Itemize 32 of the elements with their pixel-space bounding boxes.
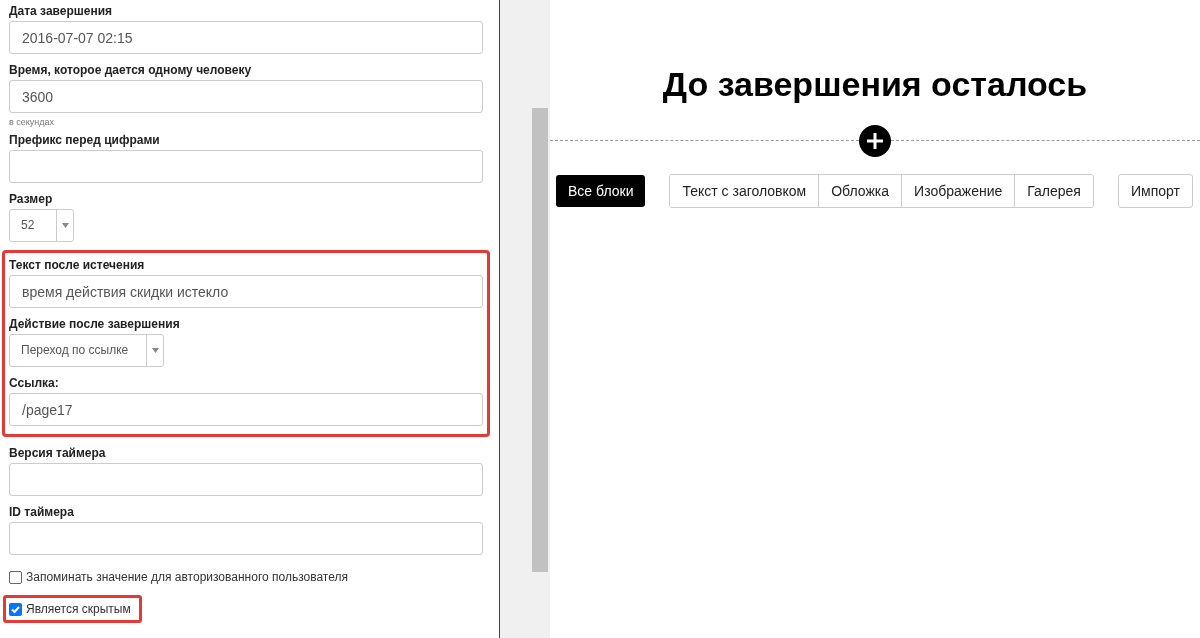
caret-icon: [151, 348, 159, 353]
field-label: Размер: [9, 191, 54, 207]
input-field[interactable]: время действия скидки истекло: [9, 275, 483, 308]
field-label: Время, которое дается одному человеку: [9, 62, 253, 78]
input-field[interactable]: [9, 522, 483, 555]
input-field[interactable]: /page17: [9, 393, 483, 426]
field-label: Действие после завершения: [9, 316, 181, 332]
checkbox[interactable]: [9, 570, 22, 584]
checkbox[interactable]: [9, 602, 22, 616]
checkbox-label: Запоминать значение для авторизованного пользователя: [26, 569, 348, 586]
select-dropdown[interactable]: 52: [9, 209, 74, 242]
input-field[interactable]: [9, 463, 483, 496]
input-field[interactable]: 3600: [9, 80, 483, 113]
plus-icon: [866, 132, 884, 150]
field-label: Ссылка:: [9, 375, 60, 391]
checkbox-label: Является скрытым: [26, 601, 131, 618]
input-field[interactable]: [9, 150, 483, 183]
field-hint: в секундах: [9, 116, 56, 128]
field-label: Версия таймера: [9, 445, 107, 461]
import-button[interactable]: Импорт: [1117, 174, 1193, 208]
field-label: Дата завершения: [9, 3, 114, 19]
scrollbar-thumb[interactable]: [532, 108, 548, 572]
block-tab[interactable]: Все блоки: [556, 175, 646, 207]
field-label: Префикс перед цифрами: [9, 132, 161, 148]
caret-icon: [61, 223, 69, 228]
add-block-button[interactable]: [859, 125, 891, 157]
input-field[interactable]: 2016-07-07 02:15: [9, 21, 483, 54]
select-dropdown[interactable]: Переход по ссылке: [9, 334, 165, 367]
block-tab[interactable]: Галерея: [1014, 175, 1093, 207]
field-label: ID таймера: [9, 504, 75, 520]
field-label: Текст после истечения: [9, 257, 146, 273]
page-heading: До завершения осталось: [661, 64, 1089, 105]
